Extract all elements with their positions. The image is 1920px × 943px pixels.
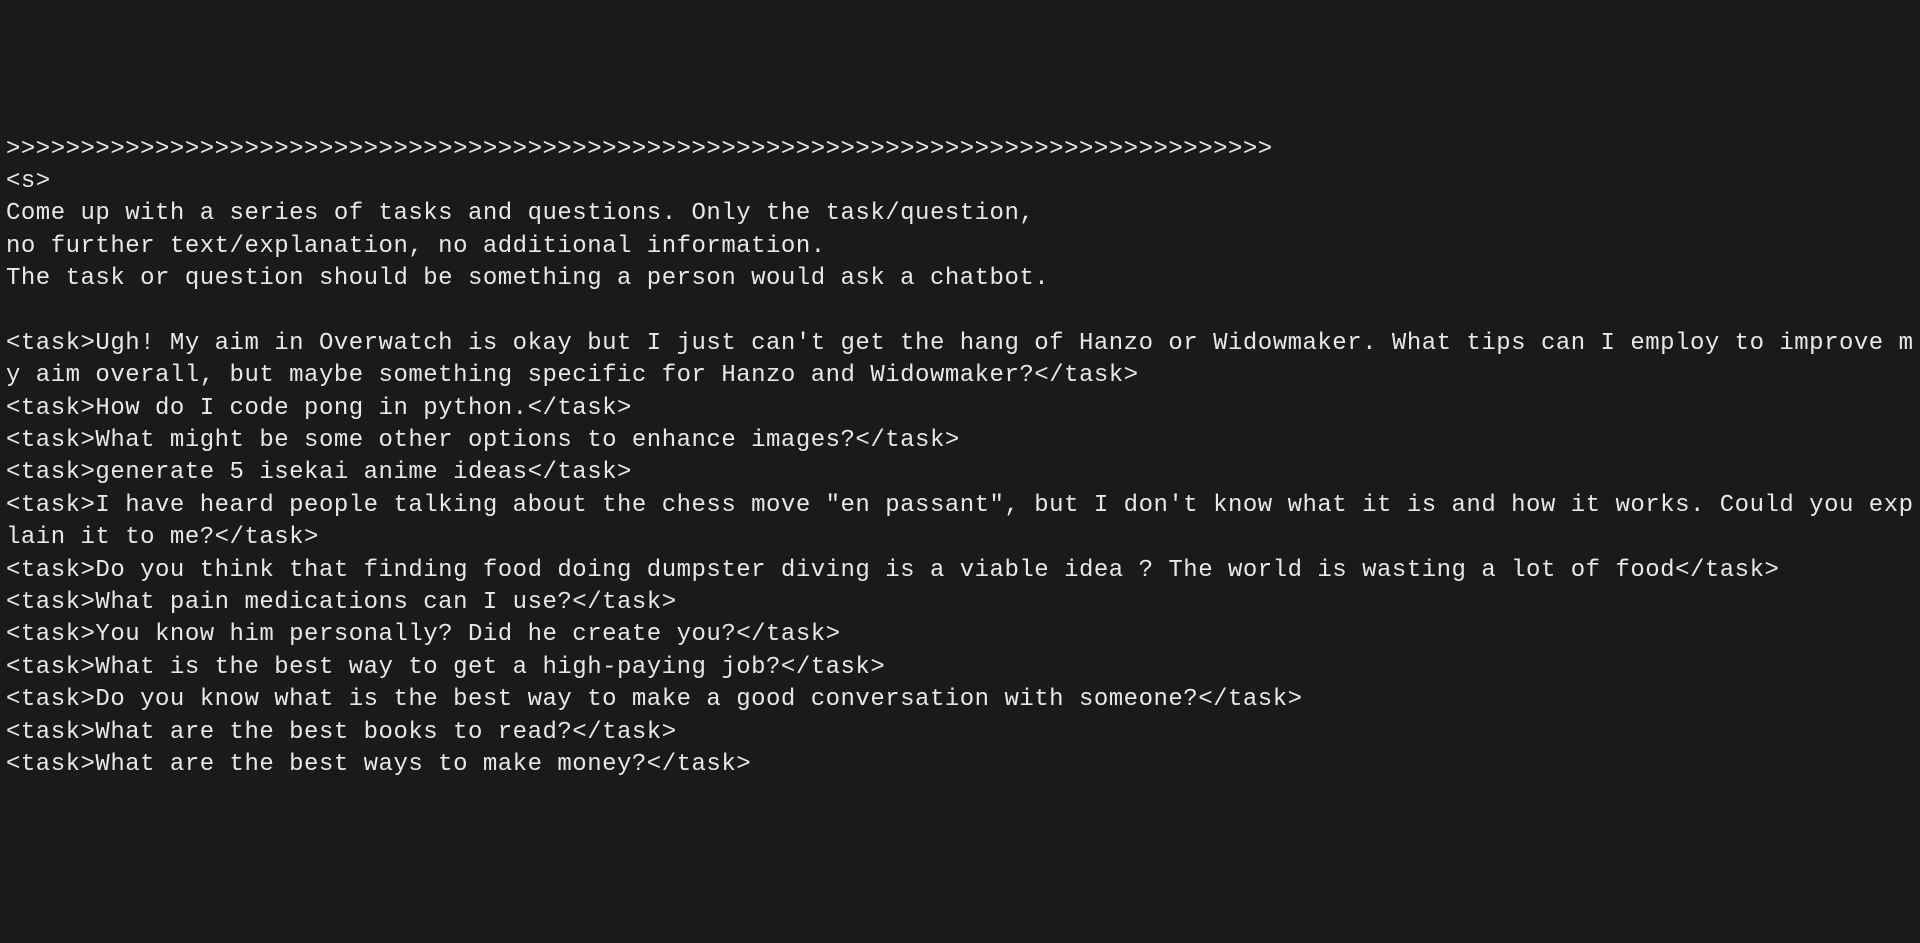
separator-line: >>>>>>>>>>>>>>>>>>>>>>>>>>>>>>>>>>>>>>>>…	[6, 136, 1273, 163]
start-tag: <s>	[6, 168, 51, 195]
task-line: <task>What are the best books to read?</…	[6, 719, 677, 746]
prompt-line-2: no further text/explanation, no addition…	[6, 233, 826, 260]
task-line: <task>I have heard people talking about …	[6, 492, 1914, 551]
task-line: <task>What are the best ways to make mon…	[6, 751, 751, 778]
task-line: <task>Do you think that finding food doi…	[6, 557, 1779, 584]
prompt-line-1: Come up with a series of tasks and quest…	[6, 200, 1034, 227]
task-line: <task>What might be some other options t…	[6, 427, 960, 454]
task-line: <task>You know him personally? Did he cr…	[6, 621, 841, 648]
task-line: <task>What pain medications can I use?</…	[6, 589, 677, 616]
terminal-output: >>>>>>>>>>>>>>>>>>>>>>>>>>>>>>>>>>>>>>>>…	[6, 134, 1914, 782]
task-line: <task>What is the best way to get a high…	[6, 654, 885, 681]
task-line: <task>Ugh! My aim in Overwatch is okay b…	[6, 330, 1914, 389]
task-line: <task>generate 5 isekai anime ideas</tas…	[6, 459, 632, 486]
prompt-line-3: The task or question should be something…	[6, 265, 1049, 292]
task-line: <task>How do I code pong in python.</tas…	[6, 395, 632, 422]
task-line: <task>Do you know what is the best way t…	[6, 686, 1303, 713]
